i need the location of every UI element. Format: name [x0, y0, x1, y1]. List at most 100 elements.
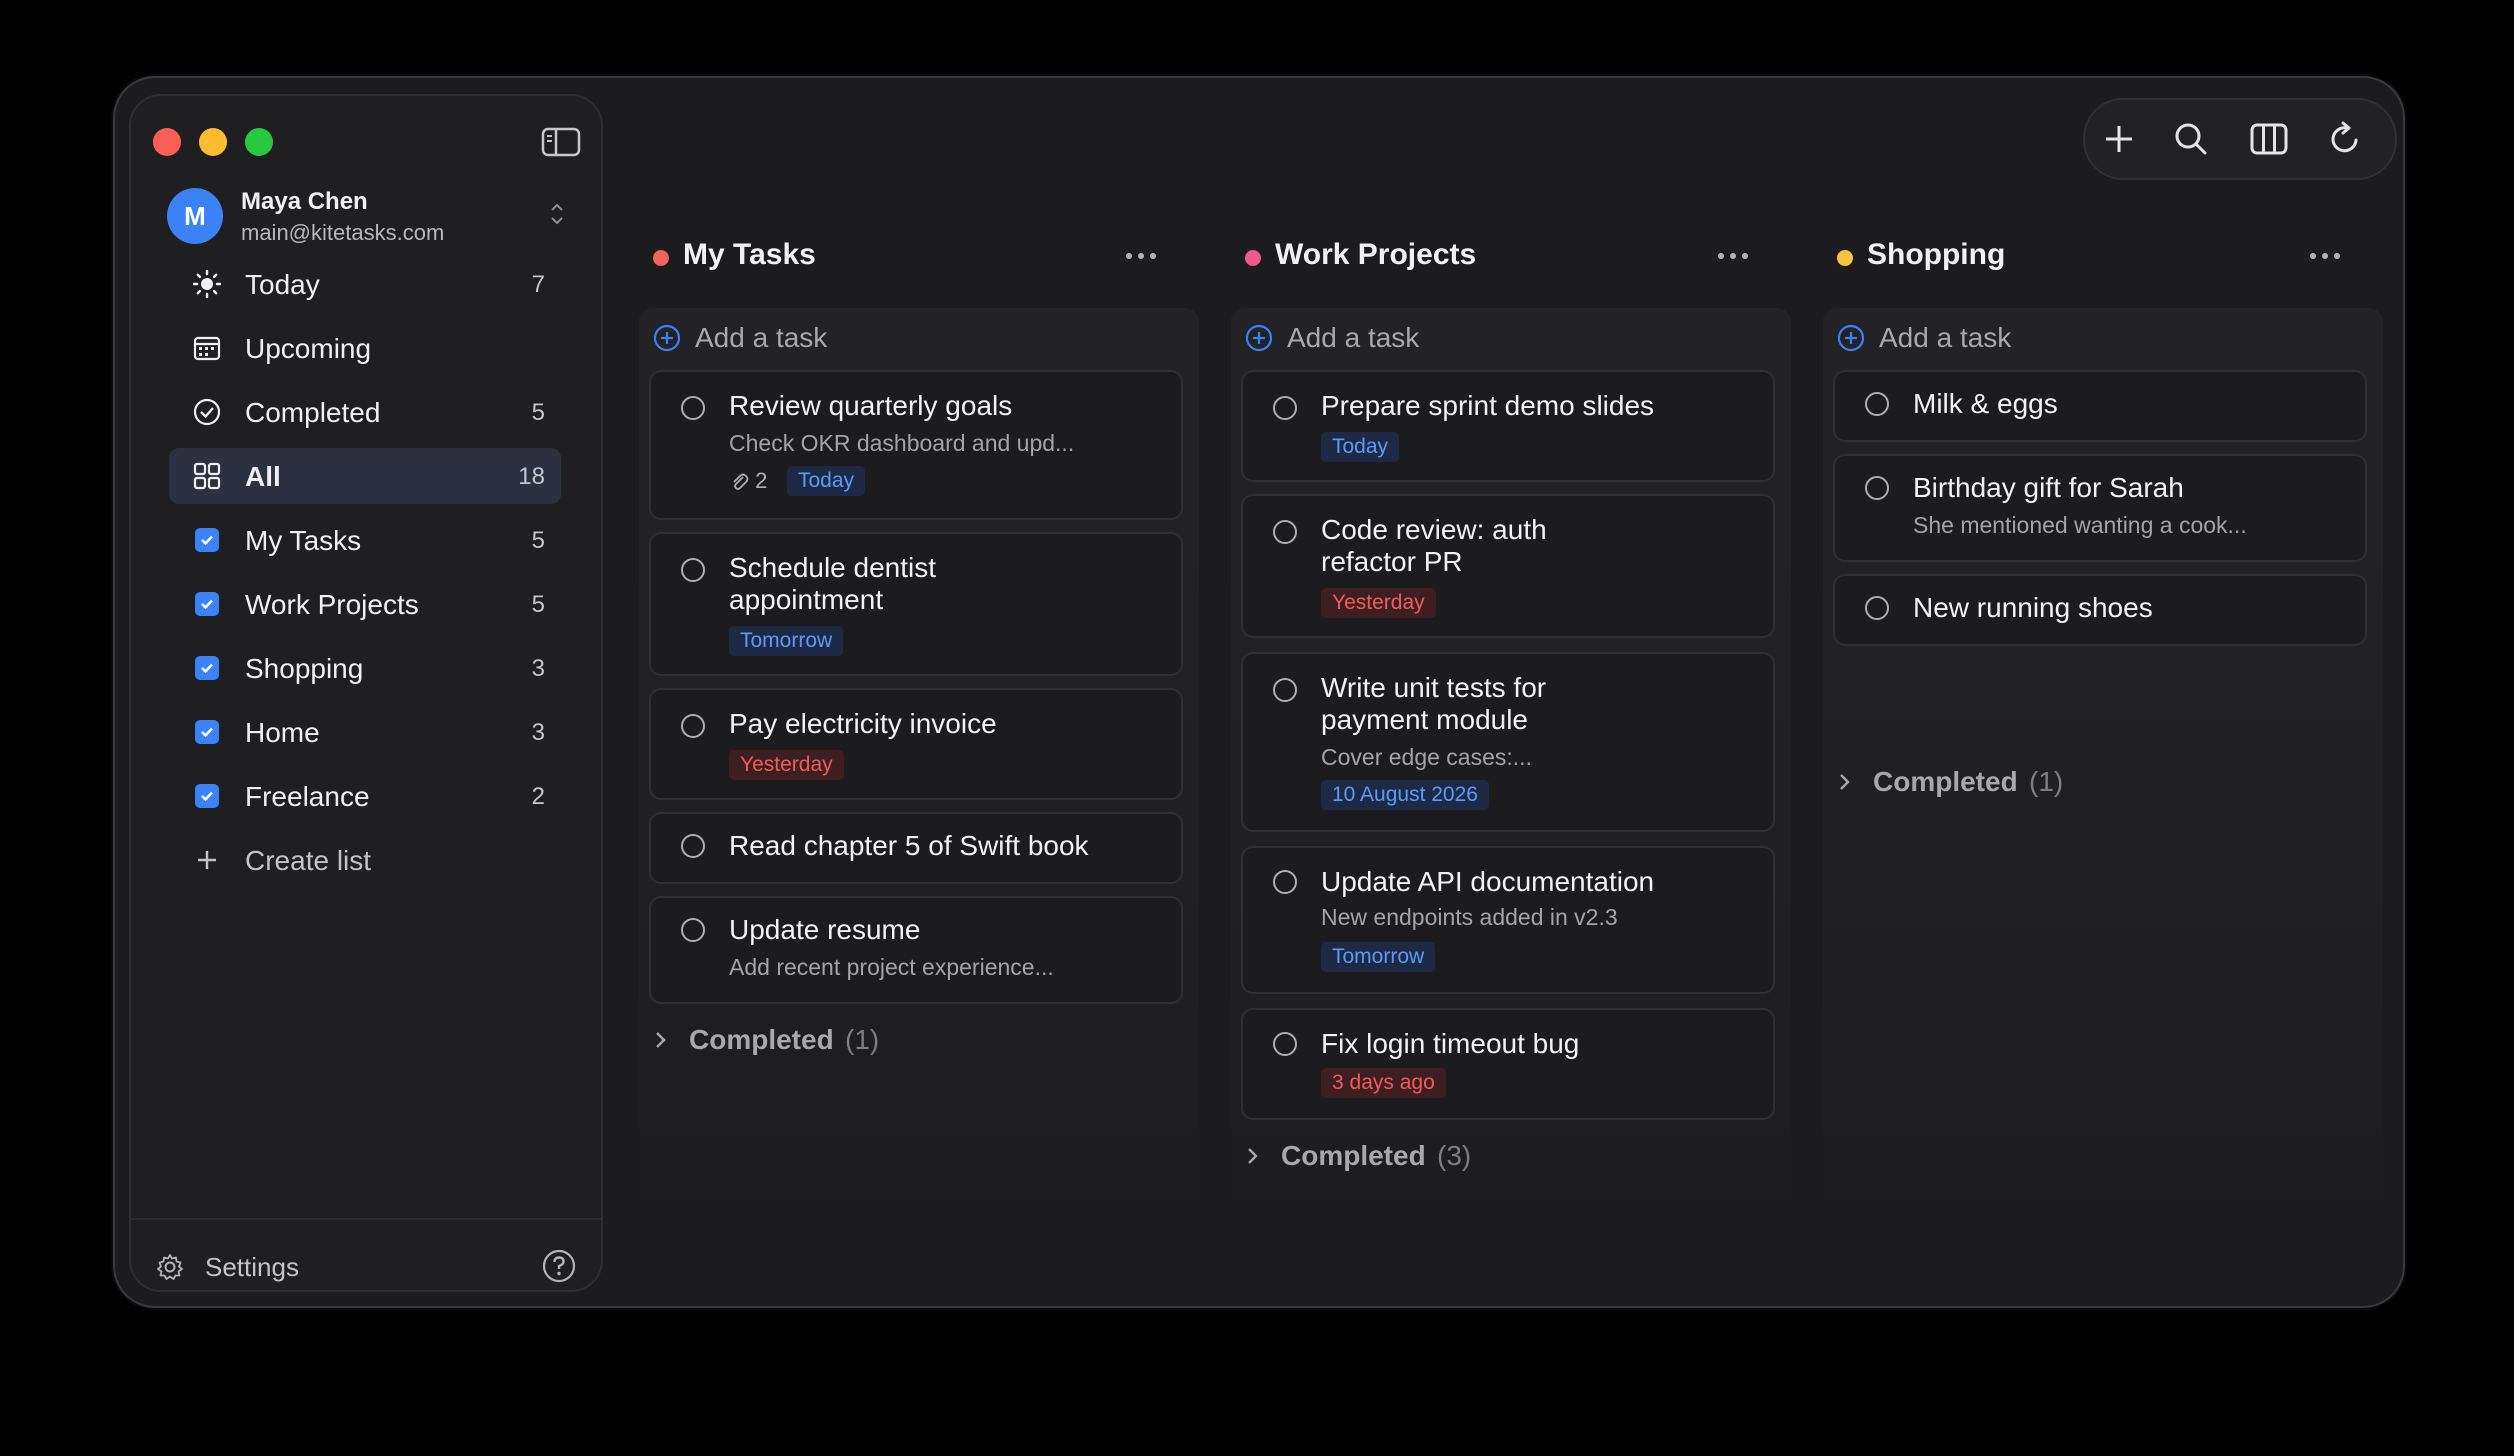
task-checkbox[interactable] [1273, 1032, 1297, 1056]
task-card[interactable]: Read chapter 5 of Swift book [649, 812, 1183, 884]
add-task-button[interactable]: Add a task [1837, 314, 2357, 362]
calendar-icon [193, 334, 221, 362]
completed-section-toggle[interactable]: Completed (1) [1837, 762, 2237, 802]
due-date-tag: Today [787, 466, 866, 496]
close-window-button[interactable] [153, 128, 181, 156]
task-title: Schedule dentist appointment [729, 552, 937, 615]
sidebar-item-count: 18 [518, 463, 545, 490]
column-title: My Tasks [683, 238, 816, 271]
checkbox-icon[interactable] [195, 720, 219, 744]
sidebar-item-completed[interactable]: Completed 5 [169, 384, 561, 440]
task-card[interactable]: Schedule dentist appointment Tomorrow [649, 532, 1183, 676]
task-card[interactable]: Review quarterly goals Check OKR dashboa… [649, 370, 1183, 520]
column-header: My Tasks [639, 228, 1199, 288]
toolbar [2083, 98, 2397, 180]
task-checkbox[interactable] [681, 558, 705, 582]
task-checkbox[interactable] [1273, 396, 1297, 420]
column-title: Work Projects [1275, 238, 1477, 271]
chevron-right-icon [1837, 772, 1853, 792]
task-title: Read chapter 5 of Swift book [729, 830, 1089, 861]
sidebar-item-today[interactable]: Today 7 [169, 256, 561, 312]
sidebar-item-freelance[interactable]: Freelance 2 [169, 768, 561, 824]
chevron-up-down-icon [547, 200, 567, 228]
settings-button[interactable]: Settings [155, 1242, 577, 1290]
task-card[interactable]: Milk & eggs [1833, 370, 2367, 442]
chevron-right-icon [1245, 1146, 1261, 1166]
completed-section-toggle[interactable]: Completed (3) [1245, 1136, 1645, 1176]
task-note: Check OKR dashboard and upd... [729, 430, 1075, 456]
sidebar-item-count: 3 [531, 655, 545, 682]
minimize-window-button[interactable] [199, 128, 227, 156]
sidebar-item-label: Today [245, 269, 320, 300]
task-title: Pay electricity invoice [729, 708, 997, 739]
sidebar-item-count: 7 [531, 271, 545, 298]
column-header: Shopping [1823, 228, 2383, 288]
add-task-button[interactable]: Add a task [653, 314, 1173, 362]
sidebar-item-count: 3 [531, 719, 545, 746]
task-title: Fix login timeout bug [1321, 1028, 1580, 1059]
completed-section-toggle[interactable]: Completed (1) [653, 1020, 1053, 1060]
plus-circle-icon [1837, 324, 1865, 352]
task-checkbox[interactable] [681, 918, 705, 942]
task-card[interactable]: Update resume Add recent project experie… [649, 896, 1183, 1004]
account-switcher[interactable]: M Maya Chen main@kitetasks.com [167, 186, 579, 250]
task-checkbox[interactable] [681, 396, 705, 420]
task-checkbox[interactable] [1865, 596, 1889, 620]
sidebar-item-home[interactable]: Home 3 [169, 704, 561, 760]
task-checkbox[interactable] [1273, 520, 1297, 544]
task-checkbox[interactable] [1865, 476, 1889, 500]
checkbox-icon[interactable] [195, 528, 219, 552]
task-card[interactable]: Birthday gift for Sarah She mentioned wa… [1833, 454, 2367, 562]
task-title: Code review: auth refactor PR [1321, 514, 1547, 577]
zoom-window-button[interactable] [245, 128, 273, 156]
refresh-icon[interactable] [2325, 119, 2365, 159]
add-task-button[interactable]: Add a task [1245, 314, 1765, 362]
checkbox-icon[interactable] [195, 784, 219, 808]
search-icon[interactable] [2171, 119, 2211, 159]
columns-icon[interactable] [2249, 119, 2289, 159]
help-icon[interactable] [541, 1248, 577, 1284]
add-icon[interactable] [2099, 119, 2139, 159]
task-checkbox[interactable] [681, 714, 705, 738]
task-checkbox[interactable] [1273, 870, 1297, 894]
checkbox-icon[interactable] [195, 656, 219, 680]
task-card[interactable]: Update API documentation New endpoints a… [1241, 846, 1775, 994]
sidebar-item-label: Home [245, 717, 320, 748]
account-name: Maya Chen [241, 188, 368, 215]
create-list-button[interactable]: Create list [169, 832, 561, 888]
paperclip-icon [733, 473, 749, 490]
task-title: Birthday gift for Sarah [1913, 472, 2184, 503]
sidebar-item-all[interactable]: All 18 [169, 448, 561, 504]
sidebar-item-my-tasks[interactable]: My Tasks 5 [169, 512, 561, 568]
due-date-tag: Tomorrow [1321, 942, 1436, 972]
task-title: Review quarterly goals [729, 390, 1013, 421]
sidebar-item-upcoming[interactable]: Upcoming [169, 320, 561, 376]
task-title: Write unit tests for payment module [1321, 672, 1547, 735]
more-icon[interactable] [1715, 246, 1751, 266]
checkbox-icon[interactable] [195, 592, 219, 616]
sidebar-item-shopping[interactable]: Shopping 3 [169, 640, 561, 696]
sun-icon [192, 269, 222, 299]
task-checkbox[interactable] [1865, 392, 1889, 416]
completed-label: Completed [1873, 766, 2018, 797]
task-card[interactable]: New running shoes [1833, 574, 2367, 646]
list-color-dot [1245, 250, 1261, 266]
sidebar: M Maya Chen main@kitetasks.com Today 7 U… [129, 94, 603, 1292]
task-card[interactable]: Code review: auth refactor PR Yesterday [1241, 494, 1775, 638]
sidebar-item-work-projects[interactable]: Work Projects 5 [169, 576, 561, 632]
sidebar-toggle-icon[interactable] [541, 126, 581, 158]
task-card[interactable]: Write unit tests for payment module Cove… [1241, 652, 1775, 832]
list-color-dot [1837, 250, 1853, 266]
task-checkbox[interactable] [1273, 678, 1297, 702]
more-icon[interactable] [1123, 246, 1159, 266]
more-icon[interactable] [2307, 246, 2343, 266]
list-column-shopping: Shopping Add a task Milk & eggs Birthday… [1823, 228, 2383, 1306]
task-title: New running shoes [1913, 592, 2153, 623]
completed-label: Completed [689, 1024, 834, 1055]
task-card[interactable]: Prepare sprint demo slides Today [1241, 370, 1775, 482]
task-checkbox[interactable] [681, 834, 705, 858]
task-card[interactable]: Fix login timeout bug 3 days ago [1241, 1008, 1775, 1120]
app-window: M Maya Chen main@kitetasks.com Today 7 U… [113, 76, 2405, 1308]
task-card[interactable]: Pay electricity invoice Yesterday [649, 688, 1183, 800]
grid-icon [193, 462, 221, 490]
